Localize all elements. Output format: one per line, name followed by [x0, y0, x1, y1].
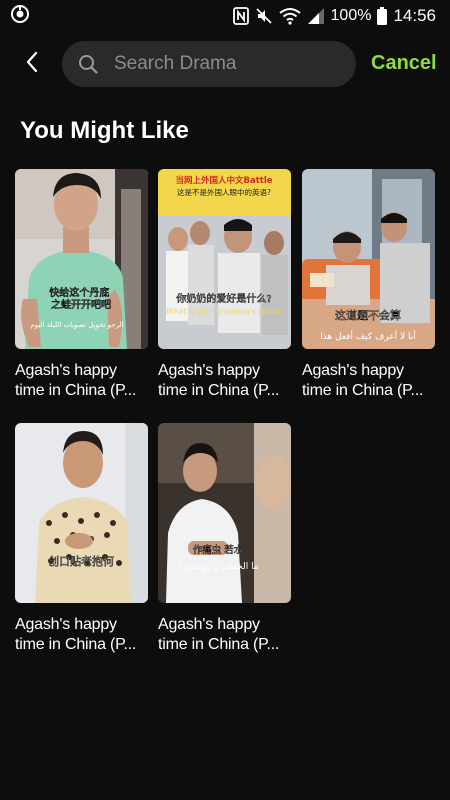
thumbnail-caption: 快给这个丹底 之蛙开开吧吧 — [49, 286, 112, 311]
drama-title: Agash's happy time in China (P... — [15, 362, 137, 399]
chevron-left-icon — [25, 51, 39, 78]
thumbnail-caption-arabic: الرجو تحويل تصويات الليلة اليوم — [30, 321, 123, 329]
clock: 14:56 — [393, 6, 436, 25]
search-box[interactable] — [62, 41, 356, 87]
battery-percent: 100% — [330, 7, 372, 24]
drama-card[interactable]: 当网上外国人中文Battle 这是不是外国人眼中的英语? 你奶奶的爱好是什么? … — [158, 169, 291, 401]
back-button[interactable] — [18, 50, 46, 78]
nfc-icon — [232, 7, 249, 25]
drama-thumbnail[interactable]: 快给这个丹底 之蛙开开吧吧 الرجو تحويل تصويات الليلة … — [15, 169, 148, 349]
drama-thumbnail[interactable]: 作痛虫 若水 ما الخطب يا روشوي؟ — [158, 423, 291, 603]
thumbnail-top-caption: 当网上外国人中文Battle — [175, 175, 272, 186]
thumbnail-top-caption-2: 这是不是外国人眼中的英语? — [177, 187, 271, 197]
drama-thumbnail[interactable]: 当网上外国人中文Battle 这是不是外国人眼中的英语? 你奶奶的爱好是什么? … — [158, 169, 291, 349]
drama-title: Agash's happy time in China (P... — [158, 362, 280, 399]
search-icon — [78, 53, 100, 75]
app-notification-icon — [10, 4, 30, 29]
drama-card[interactable]: 快给这个丹底 之蛙开开吧吧 الرجو تحويل تصويات الليلة … — [15, 169, 148, 401]
status-bar: 100% 14:56 — [0, 0, 450, 32]
drama-card[interactable]: 作痛虫 若水 ما الخطب يا روشوي؟ Agash's happy … — [158, 423, 291, 655]
drama-title: Agash's happy time in China (P... — [158, 616, 280, 653]
signal-icon — [307, 7, 325, 25]
drama-title: Agash's happy time in China (P... — [302, 362, 424, 399]
thumbnail-caption: 你奶奶的爱好是什么? — [176, 292, 271, 305]
thumbnail-caption-arabic: أنا لا أعرف كيف أفعل هذا — [320, 330, 416, 342]
drama-title: Agash's happy time in China (P... — [15, 616, 137, 653]
search-header: Cancel — [0, 40, 450, 88]
battery-icon — [377, 7, 388, 25]
drama-card[interactable]: 这道题不会算 أنا لا أعرف كيف أفعل هذا Agash's … — [302, 169, 435, 401]
search-input[interactable] — [112, 52, 336, 76]
wifi-icon — [278, 7, 301, 25]
thumbnail-caption: 作痛虫 若水 — [193, 544, 244, 556]
cancel-button[interactable]: Cancel — [371, 52, 437, 75]
drama-card[interactable]: 创口贴老抱何 Agash's happy time in China (P... — [15, 423, 148, 655]
drama-thumbnail[interactable]: 这道题不会算 أنا لا أعرف كيف أفعل هذا — [302, 169, 435, 349]
thumbnail-caption-arabic: ما الخطب يا روشوي؟ — [177, 562, 259, 572]
thumbnail-caption: 创口贴老抱何 — [48, 554, 114, 568]
mute-icon — [255, 7, 273, 25]
drama-thumbnail[interactable]: 创口贴老抱何 — [15, 423, 148, 603]
thumbnail-caption: 这道题不会算 — [335, 308, 401, 322]
thumbnail-caption-english: What is your grandma's hobby — [166, 307, 282, 316]
section-title: You Might Like — [20, 117, 189, 144]
